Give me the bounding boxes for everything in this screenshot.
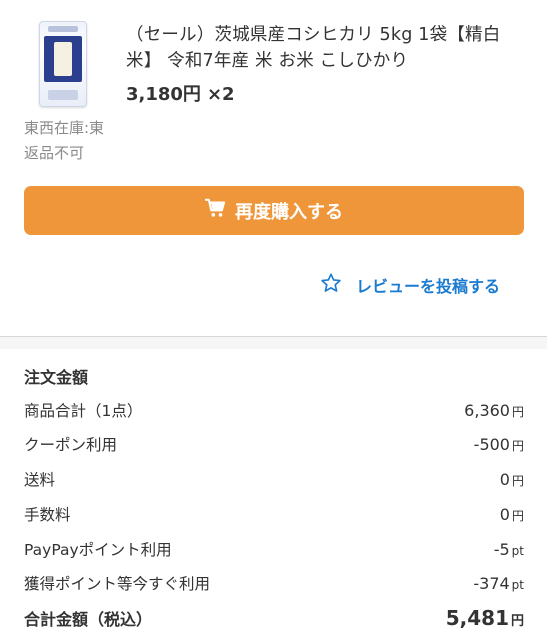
order-summary-title: 注文金額: [24, 368, 89, 387]
summary-row: PayPayポイント利用 -5 pt: [24, 537, 524, 561]
product-title[interactable]: （セール）茨城県産コシヒカリ 5kg 1袋【精白米】 令和7年産 米 お米 こし…: [126, 22, 521, 74]
total-label: 合計金額（税込）: [24, 610, 153, 629]
summary-row: 商品合計（1点） 6,360 円: [24, 398, 524, 422]
summary-row-label: 商品合計（1点）: [24, 402, 143, 420]
summary-row: 獲得ポイント等今すぐ利用 -374 pt: [24, 571, 524, 595]
product-price: 3,180円 ×2: [126, 80, 235, 106]
summary-row-unit: pt: [511, 543, 524, 558]
summary-row-value: 0: [499, 504, 510, 524]
total-value: 5,481: [445, 606, 509, 630]
review-link[interactable]: レビューを投稿する: [320, 272, 500, 298]
summary-row-value: 0: [499, 469, 510, 489]
warehouse-info: 東西在庫:東: [24, 119, 105, 137]
cart-icon: [204, 198, 235, 223]
summary-row-label: 獲得ポイント等今すぐ利用: [24, 575, 211, 593]
quantity: ×2: [206, 84, 235, 105]
product-thumbnail: [39, 21, 87, 107]
summary-total-row: 合計金額（税込） 5,481 円: [24, 606, 524, 630]
rebuy-button[interactable]: 再度購入する: [24, 186, 524, 235]
summary-row-unit: pt: [511, 577, 524, 592]
price-value: 3,180円: [126, 84, 201, 105]
summary-row-value: -500: [473, 434, 510, 454]
summary-row: 手数料 0円: [24, 502, 524, 526]
order-item: （セール）茨城県産コシヒカリ 5kg 1袋【精白米】 令和7年産 米 お米 こし…: [0, 0, 547, 340]
product-meta: 東西在庫:東 返品不可: [24, 116, 104, 166]
return-policy: 返品不可: [24, 144, 85, 162]
review-label: レビューを投稿する: [356, 277, 501, 296]
summary-row-label: PayPayポイント利用: [24, 541, 172, 559]
summary-row: 送料 0円: [24, 467, 524, 491]
summary-row-value: 6,360: [464, 400, 510, 420]
summary-row-value: -374: [473, 573, 510, 593]
summary-row-label: クーポン利用: [24, 436, 118, 454]
summary-row-unit: 円: [511, 473, 524, 488]
section-gap: [0, 337, 547, 349]
summary-row-unit: 円: [511, 438, 524, 453]
star-outline-icon: [320, 272, 356, 298]
summary-row-unit: 円: [511, 404, 524, 419]
summary-row-unit: 円: [511, 508, 524, 523]
summary-row-label: 手数料: [24, 506, 71, 524]
summary-row: クーポン利用 -500 円: [24, 432, 524, 456]
summary-row-label: 送料: [24, 471, 56, 489]
total-unit: 円: [510, 614, 524, 629]
summary-row-value: -5: [493, 539, 510, 559]
rebuy-label: 再度購入する: [235, 201, 343, 223]
rice-bag-image[interactable]: [28, 20, 98, 108]
